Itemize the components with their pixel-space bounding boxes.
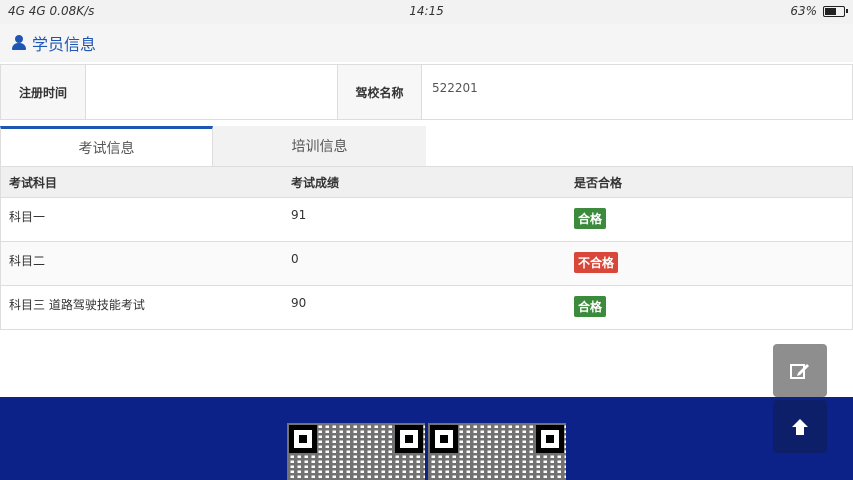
- cell-result: 合格: [567, 296, 852, 317]
- section-header: 学员信息: [0, 24, 853, 62]
- qr-code-right: [428, 423, 566, 480]
- status-right: 63%: [790, 4, 848, 18]
- qr-code-left: [287, 423, 425, 480]
- battery-percent: 63%: [790, 4, 817, 18]
- cell-result: 合格: [567, 208, 852, 229]
- fail-badge: 不合格: [574, 252, 619, 273]
- table-row: 科目三 道路驾驶技能考试 90 合格: [1, 285, 852, 329]
- edit-button[interactable]: [773, 344, 827, 397]
- main-content: 学员信息 注册时间 驾校名称 522201 考试信息 培训信息 考试科目 考试成…: [0, 24, 853, 397]
- footer: [0, 397, 853, 480]
- exam-table: 考试科目 考试成绩 是否合格 科目一 91 合格 科目二 0 不合格 科目三 道…: [0, 166, 853, 330]
- pass-badge: 合格: [574, 296, 607, 317]
- header-result: 是否合格: [574, 175, 623, 190]
- cell-score: 91: [291, 208, 307, 222]
- section-title: 学员信息: [32, 35, 97, 54]
- table-row: 科目一 91 合格: [1, 197, 852, 241]
- edit-icon: [790, 363, 809, 379]
- status-bar: 4G 4G 0.08K/s 14:15 63%: [0, 0, 853, 24]
- header-subject: 考试科目: [9, 175, 58, 190]
- reg-time-label: 注册时间: [1, 65, 86, 119]
- school-label: 驾校名称: [338, 65, 422, 119]
- cell-result: 不合格: [567, 252, 852, 273]
- pass-badge: 合格: [574, 208, 607, 229]
- cell-subject: 科目三 道路驾驶技能考试: [9, 298, 145, 312]
- cell-subject: 科目二: [9, 254, 46, 268]
- student-info-table: 注册时间 驾校名称 522201: [0, 64, 853, 120]
- tab-bar: 考试信息 培训信息: [0, 126, 426, 166]
- arrow-up-icon: [792, 418, 808, 435]
- header-score: 考试成绩: [291, 175, 340, 190]
- tab-training-info[interactable]: 培训信息: [213, 126, 426, 166]
- cell-score: 0: [291, 252, 299, 266]
- user-icon: [12, 35, 26, 51]
- tab-exam-info[interactable]: 考试信息: [0, 126, 213, 166]
- cell-score: 90: [291, 296, 307, 310]
- cell-subject: 科目一: [9, 210, 46, 224]
- battery-icon: [823, 5, 848, 17]
- table-header-row: 考试科目 考试成绩 是否合格: [1, 166, 852, 197]
- reg-time-value: [86, 65, 338, 119]
- table-row: 科目二 0 不合格: [1, 241, 852, 285]
- school-value: 522201: [432, 81, 478, 95]
- clock: 14:15: [409, 4, 444, 18]
- scroll-top-button[interactable]: [773, 400, 827, 453]
